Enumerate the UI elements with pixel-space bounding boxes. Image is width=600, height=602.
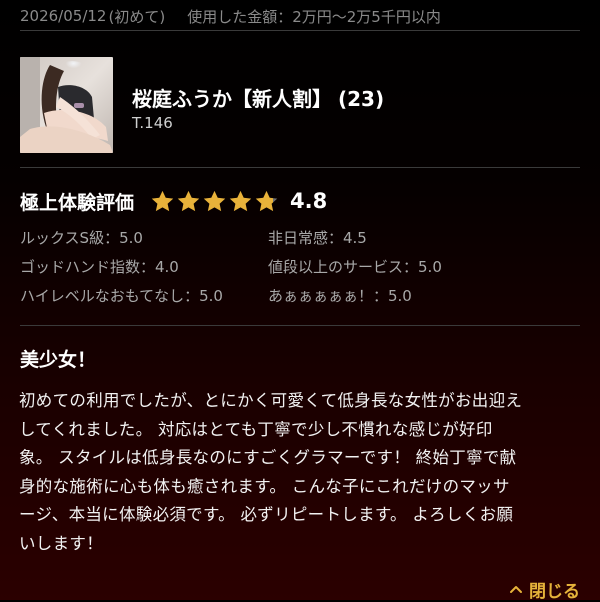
visit-type: (初めて) [108,7,166,26]
avatar-photo [20,57,113,153]
overall-rating: 極上体験評価 4.8 [20,186,327,216]
visit-date: 2026/05/12 [20,7,107,25]
review-line: 身的な施術に心も体も癒されます。 こんな子にこれだけのマッサ [19,476,510,496]
therapist-name-text: 桜庭ふうか【新人割】 [132,87,332,111]
close-button[interactable]: 閉じる [509,577,580,602]
therapist-profile: 桜庭ふうか【新人割】 (23) T.146 [20,57,580,155]
rating-score: 4.8 [290,189,328,213]
therapist-name[interactable]: 桜庭ふうか【新人割】 (23) [132,83,384,112]
rating-title: 極上体験評価 [20,191,135,214]
star-icon [151,190,174,211]
review-line: ージ、本当に体験必須です。 必ずリピートします。 よろしくお願 [19,505,514,524]
review-body: 初めての利用でしたが、とにかく可愛くて低身長な女性がお出迎え してくれました。 … [19,387,585,558]
star-icon [229,190,252,211]
sub-rating-value-service: 値段以上のサービス：5.0 [268,258,442,276]
therapist-age: (23) [338,87,385,111]
amount-spent: 使用した金額：2万円〜2万5千円以内 [187,7,441,26]
avatar[interactable] [20,57,113,153]
star-icon [177,190,200,211]
review-line: 象。 スタイルは低身長なのにすごくグラマーです！ 終始丁寧で献 [19,448,517,467]
star-icon [255,190,278,211]
sub-rating-god-hand: ゴッドハンド指数：4.0 [20,258,179,276]
divider-top [20,30,580,31]
chevron-up-icon [510,586,522,593]
sub-rating-looks: ルックスS級：5.0 [20,229,143,247]
review-line: 初めての利用でしたが、とにかく可愛くて低身長な女性がお出迎え [19,391,523,410]
star-icon [203,190,226,211]
review-meta: 2026/05/12 (初めて) 使用した金額：2万円〜2万5千円以内 [20,4,441,28]
sub-rating-aaa: あぁぁぁぁぁ！：5.0 [268,287,412,305]
sub-rating-extraordinary: 非日常感：4.5 [268,229,367,247]
star-rating [150,189,280,214]
close-label: 閉じる [529,581,580,602]
review-title: 美少女！ [20,349,97,371]
review-line: してくれました。 対応はとても丁寧で少し不慣れな感じが好印 [19,419,493,439]
divider-profile [20,167,580,168]
sub-rating-hospitality: ハイレベルなおもてなし：5.0 [20,287,223,305]
divider-ratings [20,325,580,326]
review-line: いします！ [19,533,103,553]
therapist-height: T.146 [132,114,173,132]
